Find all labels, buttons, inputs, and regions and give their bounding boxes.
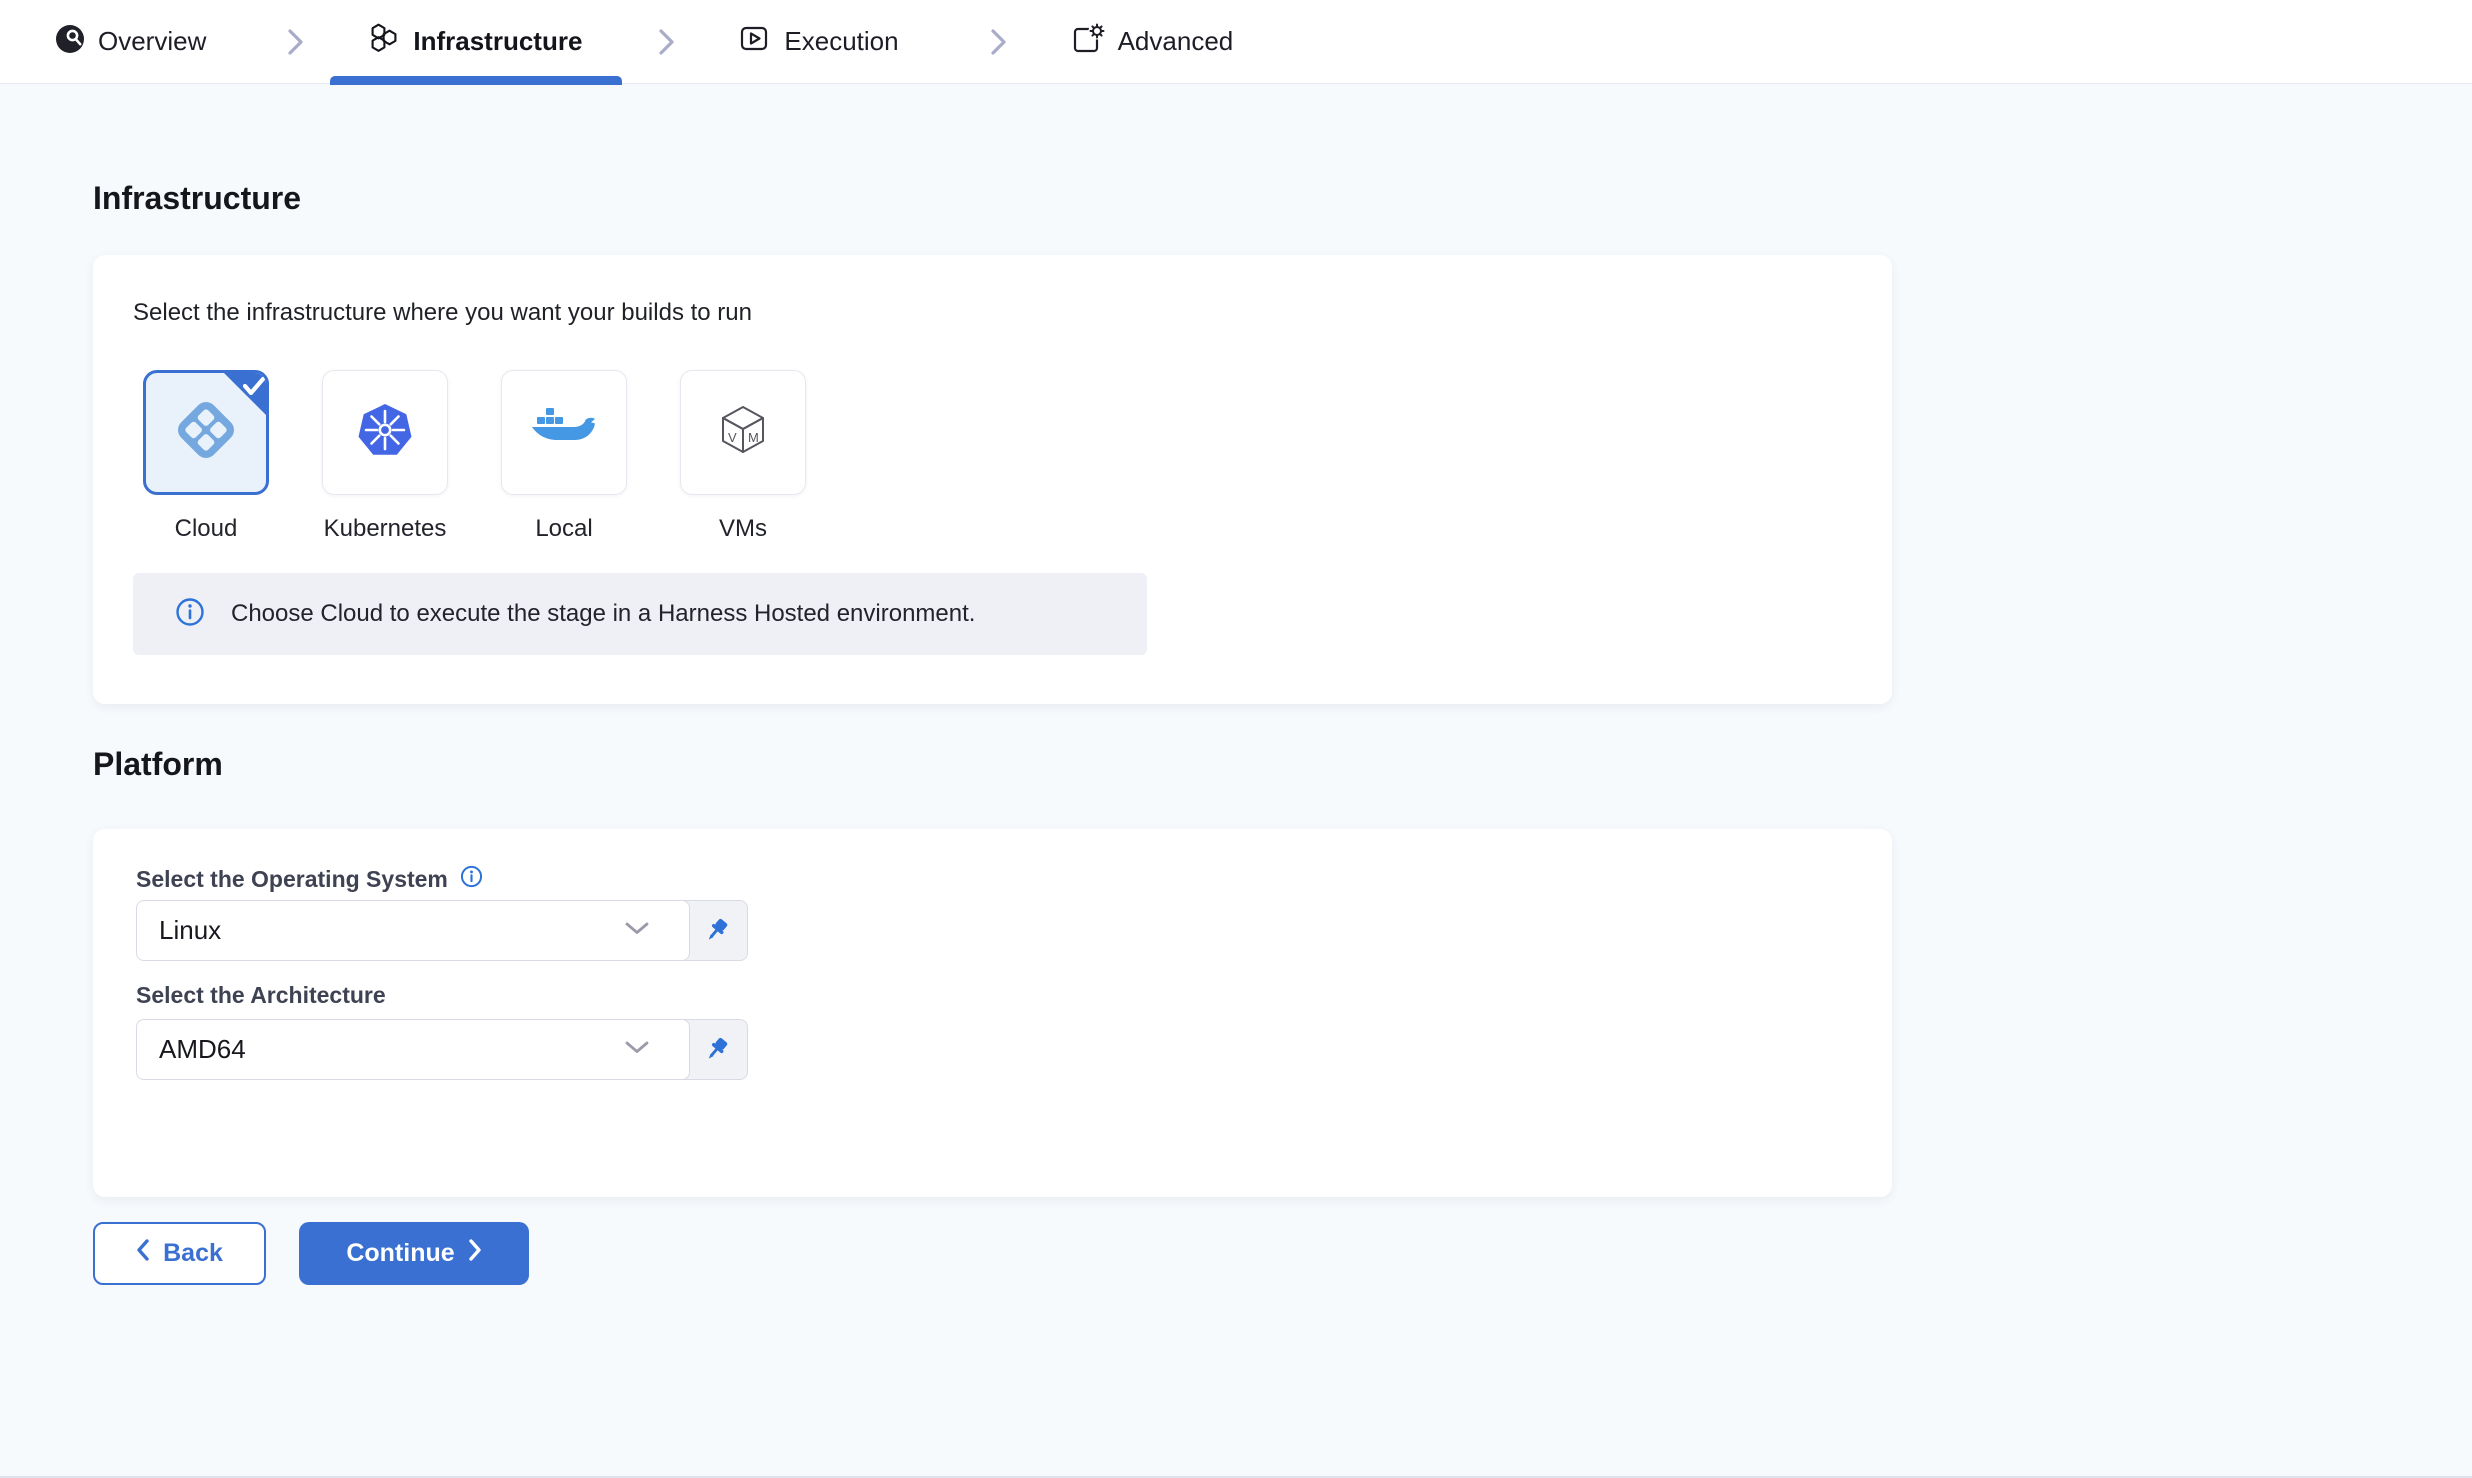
svg-text:M: M [748,430,759,445]
os-select[interactable]: Linux [136,900,690,961]
kubernetes-icon [356,401,414,464]
pipeline-stage-config-page: Overview Infrastructure [0,0,2472,1478]
active-tab-underline [330,76,622,85]
continue-button[interactable]: Continue [299,1222,529,1285]
os-selected-value: Linux [159,915,625,946]
cloud-info-text: Choose Cloud to execute the stage in a H… [231,600,975,628]
chevron-right-icon [657,27,677,57]
tab-advanced[interactable]: Advanced [1071,0,1234,84]
chevron-down-icon [625,1041,649,1059]
cloud-tile[interactable] [143,370,269,495]
chevron-down-icon [625,922,649,940]
chevron-right-icon [468,1238,482,1269]
infrastructure-option-local: Local [501,370,627,543]
tab-overview-label: Overview [98,26,206,57]
infrastructure-prompt: Select the infrastructure where you want… [133,299,752,327]
back-button[interactable]: Back [93,1222,266,1285]
tile-label-vms: VMs [719,515,767,543]
arch-field-label-row: Select the Architecture [136,982,386,1009]
infrastructure-option-kubernetes: Kubernetes [322,370,448,543]
pin-icon [703,917,730,944]
infrastructure-card: Select the infrastructure where you want… [93,255,1892,704]
arch-select[interactable]: AMD64 [136,1019,690,1080]
execution-icon [739,23,771,60]
vms-tile[interactable]: V M [680,370,806,495]
overview-icon [55,24,85,59]
tile-label-cloud: Cloud [175,515,238,543]
continue-button-label: Continue [346,1239,454,1268]
platform-section-heading: Platform [93,746,223,783]
os-field-label: Select the Operating System [136,866,448,893]
local-tile[interactable] [501,370,627,495]
chevron-left-icon [136,1238,150,1269]
selected-check-icon [219,370,269,425]
info-icon [175,597,205,632]
arch-field-label: Select the Architecture [136,982,386,1009]
pin-icon [703,1036,730,1063]
os-field-label-row: Select the Operating System [136,865,483,894]
tab-overview[interactable]: Overview [55,0,206,84]
tab-infrastructure[interactable]: Infrastructure [368,0,582,84]
info-icon[interactable] [460,865,483,894]
chevron-right-icon [286,27,306,57]
infrastructure-option-vms: V M VMs [680,370,806,543]
kubernetes-tile[interactable] [322,370,448,495]
tab-advanced-label: Advanced [1118,26,1234,57]
infrastructure-icon [368,23,400,60]
infrastructure-section-heading: Infrastructure [93,180,301,217]
tile-label-kubernetes: Kubernetes [324,515,447,543]
chevron-right-icon [989,27,1009,57]
docker-whale-icon [531,405,597,460]
tab-execution-label: Execution [784,26,898,57]
tile-label-local: Local [535,515,592,543]
infrastructure-options: Cloud [143,370,806,543]
tab-execution[interactable]: Execution [739,0,898,84]
infrastructure-option-cloud: Cloud [143,370,269,543]
vm-cube-icon: V M [715,402,771,463]
svg-text:V: V [728,430,737,445]
tab-infrastructure-label: Infrastructure [413,26,582,57]
back-button-label: Back [163,1239,223,1268]
platform-card: Select the Operating System [93,829,1892,1197]
arch-select-group: AMD64 [136,1019,748,1080]
os-select-group: Linux [136,900,748,961]
arch-selected-value: AMD64 [159,1034,625,1065]
stage-tabs-bar: Overview Infrastructure [0,0,2472,84]
cloud-info-banner: Choose Cloud to execute the stage in a H… [133,573,1147,655]
advanced-icon [1071,23,1105,60]
